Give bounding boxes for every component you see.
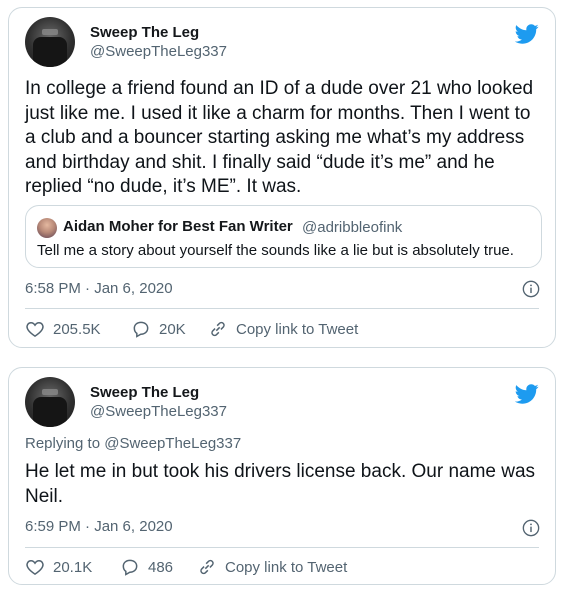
reply-button[interactable]: 20K xyxy=(131,319,186,339)
info-icon[interactable] xyxy=(522,280,540,298)
avatar[interactable] xyxy=(25,17,75,67)
avatar-shirt-logo xyxy=(42,29,58,35)
twitter-bird-icon[interactable] xyxy=(515,382,539,406)
tweet-text: He let me in but took his drivers licens… xyxy=(25,461,536,507)
quoted-avatar xyxy=(37,218,57,238)
avatar-shirt-logo xyxy=(42,389,58,395)
like-count: 205.5K xyxy=(53,320,101,338)
reply-button[interactable]: 486 xyxy=(120,557,173,577)
reply-count: 20K xyxy=(159,320,186,338)
avatar-shirt xyxy=(33,397,67,427)
heart-icon xyxy=(26,559,44,575)
divider xyxy=(25,547,539,548)
avatar[interactable] xyxy=(25,377,75,427)
tweet-card[interactable]: Sweep The Leg @SweepTheLeg337 Replying t… xyxy=(8,367,556,585)
quoted-author-name: Aidan Moher for Best Fan Writer xyxy=(63,218,293,235)
tweet-text: In college a friend found an ID of a dud… xyxy=(25,78,534,197)
copy-link-button[interactable]: Copy link to Tweet xyxy=(197,557,347,577)
info-icon[interactable] xyxy=(522,519,540,537)
quoted-author-handle: @adribbleofink xyxy=(302,219,403,236)
reply-icon xyxy=(133,321,149,338)
tweet-timestamp[interactable]: 6:59 PM · Jan 6, 2020 xyxy=(25,518,173,535)
quoted-tweet[interactable]: Aidan Moher for Best Fan Writer @adribbl… xyxy=(25,205,542,268)
copy-link-button[interactable]: Copy link to Tweet xyxy=(208,319,358,339)
quoted-tweet-text: Tell me a story about yourself the sound… xyxy=(37,242,514,259)
tweet-actions: 20.1K 486 Copy link to Tweet xyxy=(25,557,539,577)
tweet-card[interactable]: Sweep The Leg @SweepTheLeg337 In college… xyxy=(8,7,556,348)
author-handle[interactable]: @SweepTheLeg337 xyxy=(90,403,227,420)
reply-icon xyxy=(122,559,138,576)
twitter-bird-icon[interactable] xyxy=(515,22,539,46)
like-count: 20.1K xyxy=(53,558,93,576)
reply-count: 486 xyxy=(148,558,174,576)
tweet-timestamp[interactable]: 6:58 PM · Jan 6, 2020 xyxy=(25,280,173,297)
link-icon xyxy=(200,559,214,575)
avatar-shirt xyxy=(33,37,67,67)
author-handle[interactable]: @SweepTheLeg337 xyxy=(90,43,227,60)
copy-link-label: Copy link to Tweet xyxy=(225,558,348,576)
divider xyxy=(25,308,539,309)
like-button[interactable]: 20.1K xyxy=(25,557,92,577)
author-name[interactable]: Sweep The Leg xyxy=(90,24,199,41)
like-button[interactable]: 205.5K xyxy=(25,319,101,339)
heart-icon xyxy=(26,321,44,337)
tweet-actions: 205.5K 20K Copy link to Tweet xyxy=(25,319,539,339)
link-icon xyxy=(211,321,225,337)
replying-to[interactable]: Replying to @SweepTheLeg337 xyxy=(25,435,241,452)
author-name[interactable]: Sweep The Leg xyxy=(90,384,199,401)
copy-link-label: Copy link to Tweet xyxy=(236,320,359,338)
